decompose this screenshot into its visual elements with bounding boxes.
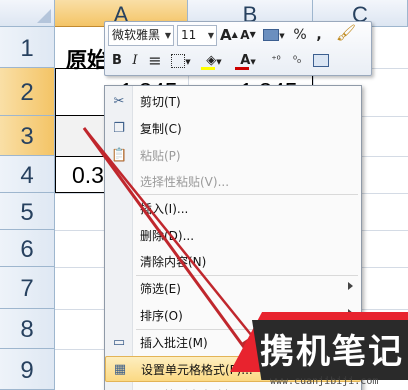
watermark-text: 携机笔记 bbox=[260, 332, 404, 372]
merge-center-button[interactable] bbox=[311, 51, 331, 71]
italic-button[interactable]: I bbox=[127, 51, 143, 71]
grow-font-icon: A bbox=[220, 26, 232, 44]
menu-item[interactable]: ✂ 剪切(T) bbox=[105, 89, 361, 115]
merge-cells-icon bbox=[313, 54, 329, 67]
row-header-4[interactable]: 4 bbox=[0, 156, 55, 193]
menu-item-label: 粘贴(P) bbox=[140, 149, 181, 163]
copy-icon: ❐ bbox=[113, 121, 125, 136]
menu-item[interactable]: ❐ 复制(C) bbox=[105, 116, 361, 142]
increase-decimal-button[interactable]: ⁺⁰ bbox=[267, 51, 285, 71]
menu-item-label: 删除(D)... bbox=[140, 229, 195, 243]
select-all-corner[interactable] bbox=[0, 0, 55, 27]
increase-decimal-icon: ⁺⁰ bbox=[271, 55, 281, 66]
borders-button[interactable]: ▼ bbox=[167, 51, 195, 71]
select-all-triangle-icon bbox=[37, 9, 51, 23]
shrink-font-icon: A bbox=[240, 28, 250, 42]
menu-item: 📋 粘贴(P) bbox=[105, 143, 361, 169]
format-painter-button[interactable]: 🖌 bbox=[333, 23, 359, 43]
shrink-font-button[interactable]: A▼ bbox=[240, 25, 256, 45]
fill-color-button[interactable]: ◈▼ bbox=[199, 51, 229, 71]
menu-item-label: 插入批注(M) bbox=[140, 336, 208, 350]
row-header-9[interactable]: 9 bbox=[0, 349, 55, 390]
chevron-down-icon: ▼ bbox=[164, 31, 171, 40]
menu-separator bbox=[136, 275, 358, 276]
row-header-1[interactable]: 1 bbox=[0, 27, 55, 68]
format-cells-icon: ▦ bbox=[113, 362, 127, 377]
chevron-down-icon: ▼ bbox=[207, 31, 214, 40]
font-color-icon: A bbox=[240, 53, 251, 68]
decrease-decimal-button[interactable]: ⁰₀ bbox=[288, 51, 306, 71]
comma-style-button[interactable]: , bbox=[312, 25, 326, 45]
menu-item-label: 清除内容(N) bbox=[140, 255, 207, 269]
cell-a1[interactable]: 原始 bbox=[66, 44, 108, 74]
paintbrush-icon: 🖌 bbox=[335, 23, 357, 42]
paint-bucket-icon: ◈ bbox=[206, 53, 217, 68]
font-name-value: 微软雅黑 bbox=[112, 28, 161, 42]
row-header-8[interactable]: 8 bbox=[0, 309, 55, 349]
menu-item[interactable]: 插入(I)... bbox=[105, 196, 361, 222]
row-header-6[interactable]: 6 bbox=[0, 230, 55, 267]
font-name-combo[interactable]: 微软雅黑 ▼ bbox=[108, 25, 174, 46]
currency-format-icon bbox=[263, 28, 280, 41]
menu-item[interactable]: 删除(D)... bbox=[105, 223, 361, 249]
comment-icon: ▭ bbox=[112, 335, 126, 350]
menu-item-label: 插入(I)... bbox=[140, 202, 189, 216]
watermark-url: www.cuanjibiji.com bbox=[270, 376, 379, 387]
paste-icon: 📋 bbox=[111, 148, 128, 163]
excel-window: A B C 1 2 3 4 5 6 7 8 9 原始 1.345 1.345 0… bbox=[0, 0, 408, 390]
submenu-arrow-icon bbox=[348, 282, 353, 290]
borders-icon bbox=[171, 53, 186, 68]
menu-item-label: 筛选(E) bbox=[140, 282, 181, 296]
font-color-button[interactable]: A▼ bbox=[233, 51, 263, 71]
font-size-combo[interactable]: 11 ▼ bbox=[177, 25, 217, 46]
font-color-swatch bbox=[235, 67, 249, 70]
menu-item[interactable]: 筛选(E) bbox=[105, 276, 361, 302]
fill-color-swatch bbox=[201, 67, 215, 70]
row-header-2[interactable]: 2 bbox=[0, 68, 55, 116]
menu-item-label: 复制(C) bbox=[140, 122, 182, 136]
cell-a4[interactable]: 0.3 bbox=[72, 162, 104, 189]
menu-item-label: 剪切(T) bbox=[140, 95, 181, 109]
scissors-icon: ✂ bbox=[113, 94, 125, 109]
grow-font-button[interactable]: A▲ bbox=[220, 25, 238, 45]
decrease-decimal-icon: ⁰₀ bbox=[292, 55, 302, 66]
row-header-5[interactable]: 5 bbox=[0, 193, 55, 230]
percent-style-button[interactable]: % bbox=[291, 25, 309, 45]
menu-separator bbox=[136, 194, 358, 195]
mini-toolbar: 微软雅黑 ▼ 11 ▼ A▲ A▼ ▼ % , 🖌 B I ≡ ▼ ◈▼ A▼ … bbox=[104, 21, 372, 76]
align-center-button[interactable]: ≡ bbox=[146, 51, 164, 71]
bold-button[interactable]: B bbox=[109, 51, 125, 71]
menu-item-label: 排序(O) bbox=[140, 309, 183, 323]
font-size-value: 11 bbox=[181, 28, 197, 42]
watermark-logo: 携机笔记 www.cuanjibiji.com bbox=[230, 312, 408, 390]
row-header-3[interactable]: 3 bbox=[0, 116, 55, 156]
menu-item: 选择性粘贴(V)... bbox=[105, 169, 361, 195]
row-header-7[interactable]: 7 bbox=[0, 267, 55, 309]
number-format-button[interactable]: ▼ bbox=[261, 25, 287, 45]
menu-item[interactable]: 清除内容(N) bbox=[105, 249, 361, 275]
menu-item-label: 选择性粘贴(V)... bbox=[140, 175, 230, 189]
